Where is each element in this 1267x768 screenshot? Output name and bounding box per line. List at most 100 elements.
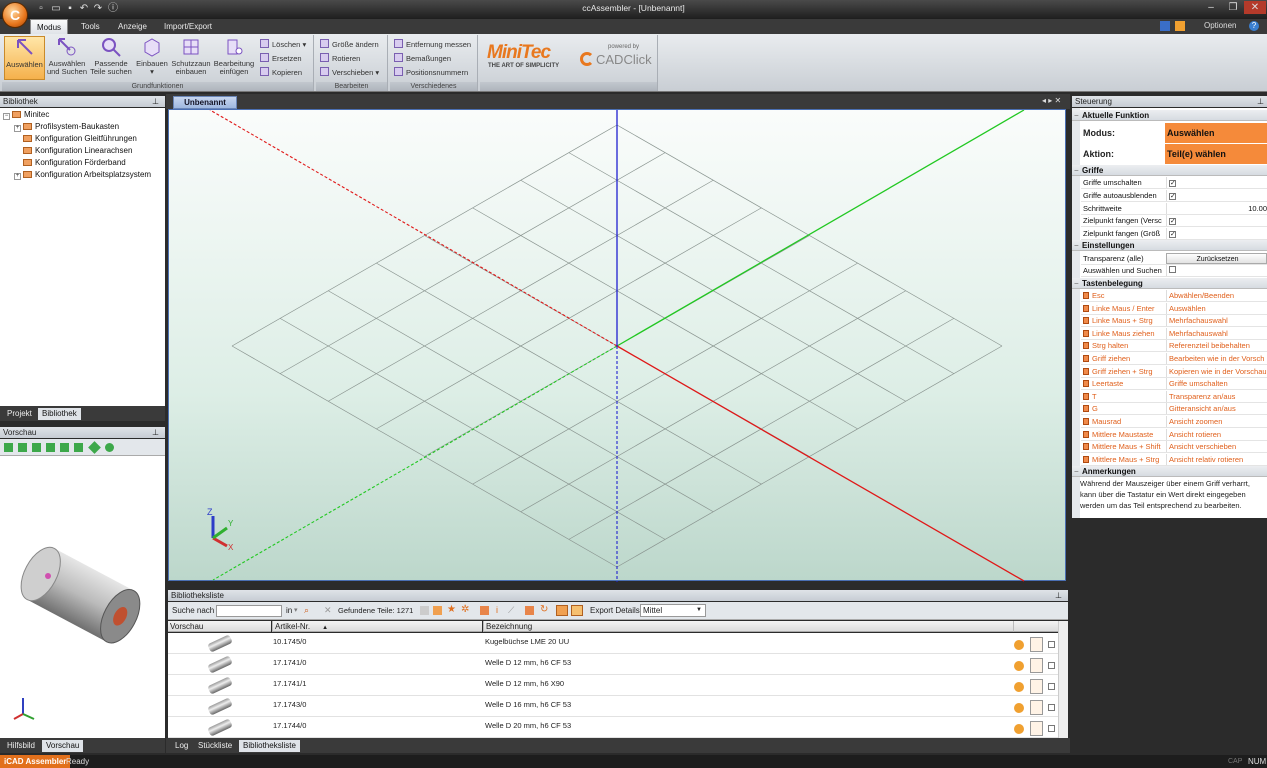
table-row[interactable]: 17.1741/0 Welle D 12 mm, h6 CF 53 [168, 654, 1058, 675]
list-scrollbar[interactable] [1058, 621, 1068, 738]
show-part-icon[interactable] [1014, 682, 1024, 692]
table-row[interactable]: 17.1743/0 Welle D 16 mm, h6 CF 53 [168, 696, 1058, 717]
section-griffe[interactable]: Griffe [1072, 165, 1267, 176]
tab-vorschau[interactable]: Vorschau [42, 740, 84, 752]
schutzzaun-einbauen-button[interactable]: Schutzzaun einbauen [171, 36, 211, 80]
zielpunkt-verschieben-checkbox[interactable]: ✓ [1169, 218, 1176, 225]
minimize-button[interactable]: – [1200, 1, 1222, 14]
export-details-select[interactable]: Mittel ▼ [640, 604, 706, 617]
close-button[interactable]: ✕ [1244, 1, 1266, 14]
select-checkbox[interactable] [1048, 725, 1055, 732]
loeschen-button[interactable]: Löschen ▾ [260, 38, 306, 51]
tab-hilfsbild[interactable]: Hilfsbild [3, 740, 39, 752]
table-row[interactable]: 17.1744/0 Welle D 20 mm, h6 CF 53 [168, 717, 1058, 738]
in-dropdown[interactable]: ▾ [294, 606, 298, 614]
tree-item-linearachsen[interactable]: Konfiguration Linearachsen [23, 145, 132, 157]
schrittweite-input[interactable]: 10.00 [1166, 203, 1267, 214]
tab-tools[interactable]: Tools [75, 19, 106, 34]
auswaehlen-suchen-checkbox[interactable] [1169, 266, 1176, 273]
insert-part-icon[interactable] [1030, 721, 1043, 736]
tab-anzeige[interactable]: Anzeige [112, 19, 153, 34]
zuruecksetzen-button[interactable]: Zurücksetzen [1166, 253, 1267, 264]
ersetzen-button[interactable]: Ersetzen [260, 52, 302, 65]
measure-list-icon[interactable]: ⟋ [508, 605, 514, 616]
maximize-button[interactable]: ❐ [1222, 1, 1244, 14]
entfernung-messen-button[interactable]: Entfernung messen [394, 38, 471, 51]
select-checkbox[interactable] [1048, 641, 1055, 648]
favorite-icon[interactable]: ★ [447, 604, 456, 615]
show-part-icon[interactable] [1014, 724, 1024, 734]
section-aktuelle-funktion[interactable]: Aktuelle Funktion [1072, 110, 1267, 121]
rotate-view-icon[interactable] [105, 443, 114, 452]
show-part-icon[interactable] [1014, 703, 1024, 713]
kopieren-button[interactable]: Kopieren [260, 66, 302, 79]
layout-icon[interactable] [1160, 21, 1170, 31]
rotieren-button[interactable]: Rotieren [320, 52, 360, 65]
export-view-icon[interactable] [571, 605, 583, 616]
3d-viewport[interactable]: Z Y X [168, 109, 1066, 582]
app-menu-button[interactable]: C [2, 2, 28, 28]
pin-icon[interactable]: ⊥ [1055, 590, 1062, 601]
insert-part-icon[interactable] [1030, 658, 1043, 673]
view-top-icon[interactable] [74, 443, 83, 452]
document-tab-unbenannt[interactable]: Unbenannt [173, 96, 237, 109]
filter-icon[interactable] [420, 606, 429, 615]
view-left-icon[interactable] [46, 443, 55, 452]
tree-item-foerderband[interactable]: Konfiguration Förderband [23, 157, 126, 169]
clear-search-icon[interactable]: ✕ [324, 605, 332, 616]
column-bezeichnung[interactable]: Bezeichnung [483, 621, 1013, 632]
search-input[interactable] [216, 605, 282, 617]
expand-icon[interactable]: + [14, 125, 21, 132]
tree-item-gleitfuehrungen[interactable]: Konfiguration Gleitführungen [23, 133, 137, 145]
griffe-umschalten-checkbox[interactable]: ✓ [1169, 180, 1176, 187]
section-anmerkungen[interactable]: Anmerkungen [1072, 466, 1267, 477]
bearbeitung-einfuegen-button[interactable]: Bearbeitung einfügen [212, 36, 256, 80]
verschieben-button[interactable]: Verschieben ▾ [320, 66, 379, 79]
window-icon[interactable] [1175, 21, 1185, 31]
passende-teile-suchen-button[interactable]: Passende Teile suchen [89, 36, 133, 80]
column-vorschau[interactable]: Vorschau [168, 621, 271, 632]
show-part-icon[interactable] [1014, 661, 1024, 671]
auswaehlen-button[interactable]: Auswählen [4, 36, 45, 80]
table-row[interactable]: 17.1741/1 Welle D 12 mm, h6 X90 [168, 675, 1058, 696]
pin-icon[interactable]: ⊥ [152, 96, 159, 107]
section-tastenbelegung[interactable]: Tastenbelegung [1072, 278, 1267, 289]
select-checkbox[interactable] [1048, 662, 1055, 669]
tab-import-export[interactable]: Import/Export [158, 19, 218, 34]
tree-item-arbeitsplatzsystem[interactable]: + Konfiguration Arbeitsplatzsystem [14, 169, 151, 181]
auswaehlen-und-suchen-button[interactable]: Auswählen und Suchen [46, 36, 88, 80]
insert-part-icon[interactable] [1030, 700, 1043, 715]
einbauen-button[interactable]: Einbauen ▾ [134, 36, 170, 80]
griffe-autoausblenden-checkbox[interactable]: ✓ [1169, 193, 1176, 200]
groesse-aendern-button[interactable]: Größe ändern [320, 38, 379, 51]
tab-bibliothek[interactable]: Bibliothek [38, 408, 81, 420]
bemassungen-button[interactable]: Bemaßungen [394, 52, 451, 65]
delete-list-icon[interactable] [525, 606, 534, 615]
view-right-icon[interactable] [60, 443, 69, 452]
insert-part-icon[interactable] [1030, 637, 1043, 652]
show-part-icon[interactable] [1014, 640, 1024, 650]
folder-open-icon[interactable] [433, 606, 442, 615]
doc-nav-icons[interactable]: ◂ ▸ ✕ [1042, 96, 1061, 105]
view-iso-icon[interactable] [4, 443, 13, 452]
export-icon[interactable] [556, 605, 568, 616]
favorites-manage-icon[interactable]: ✲ [461, 604, 469, 615]
options-menu[interactable]: Optionen [1204, 21, 1236, 30]
zielpunkt-groesse-checkbox[interactable]: ✓ [1169, 231, 1176, 238]
zoom-fit-icon[interactable] [88, 441, 101, 454]
search-icon[interactable]: ⌕ [304, 605, 309, 616]
tab-bibliotheksliste[interactable]: Bibliotheksliste [239, 740, 300, 752]
info-list-icon[interactable]: i [496, 605, 498, 615]
insert-part-icon[interactable] [1030, 679, 1043, 694]
pin-icon[interactable]: ⊥ [1257, 96, 1264, 107]
positionsnummern-button[interactable]: Positionsnummern [394, 66, 468, 79]
help-icon[interactable]: ? [1249, 21, 1259, 31]
tree-root[interactable]: − Minitec [3, 109, 49, 121]
tree-item-profilsystem[interactable]: + Profilsystem-Baukasten [14, 121, 119, 133]
tab-stueckliste[interactable]: Stückliste [194, 740, 236, 752]
column-artikel-nr[interactable]: Artikel-Nr. ▲ [272, 621, 482, 632]
select-checkbox[interactable] [1048, 704, 1055, 711]
view-front-icon[interactable] [18, 443, 27, 452]
collapse-icon[interactable]: − [3, 113, 10, 120]
expand-icon[interactable]: + [14, 173, 21, 180]
